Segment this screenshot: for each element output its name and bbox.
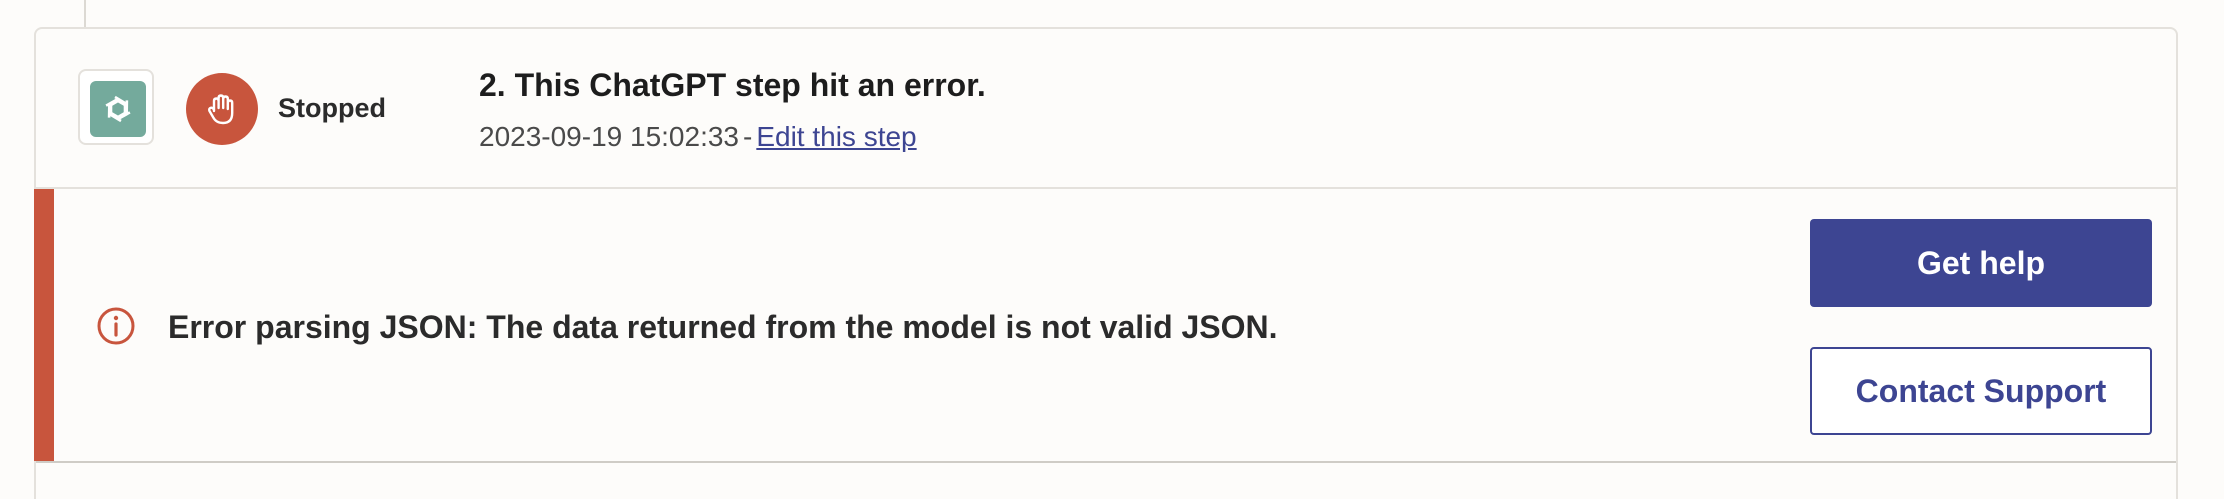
step-header: Stopped 2. This ChatGPT step hit an erro… <box>36 29 2176 189</box>
app-icon-container <box>78 69 154 145</box>
chatgpt-logo-icon <box>90 81 146 137</box>
error-panel: Error parsing JSON: The data returned fr… <box>34 189 2176 463</box>
edit-step-link[interactable]: Edit this step <box>756 121 916 152</box>
step-title: 2. This ChatGPT step hit an error. <box>479 67 986 103</box>
get-help-button[interactable]: Get help <box>1810 219 2152 307</box>
meta-separator: - <box>743 121 753 152</box>
hand-stop-icon <box>186 73 258 145</box>
status-label: Stopped <box>278 93 386 123</box>
step-meta: 2023-09-19 15:02:33- Edit this step <box>479 121 917 153</box>
step-card: Stopped 2. This ChatGPT step hit an erro… <box>34 27 2178 499</box>
error-accent-bar <box>34 189 54 461</box>
error-message: Error parsing JSON: The data returned fr… <box>168 309 1278 345</box>
step-connector-line <box>84 0 86 28</box>
contact-support-button[interactable]: Contact Support <box>1810 347 2152 435</box>
info-circle-icon <box>97 307 135 345</box>
step-timestamp: 2023-09-19 15:02:33 <box>479 121 739 152</box>
